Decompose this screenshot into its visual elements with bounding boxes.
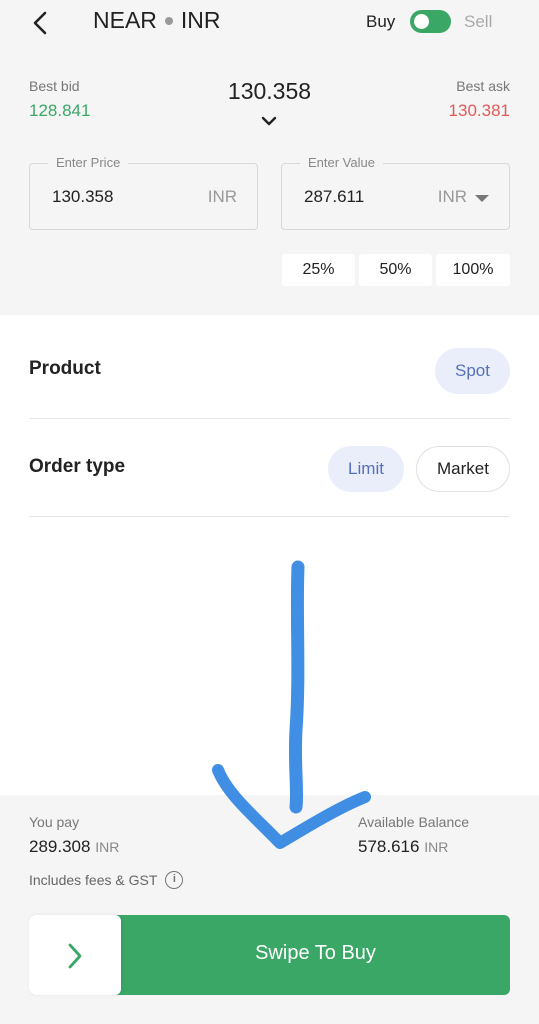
top-bar: NEAR INR Buy Sell bbox=[0, 0, 539, 48]
back-button[interactable] bbox=[28, 8, 54, 38]
trading-pair-title: NEAR INR bbox=[93, 7, 221, 34]
price-input[interactable]: 130.358 bbox=[52, 187, 113, 207]
best-ask-label: Best ask bbox=[456, 78, 510, 94]
order-type-limit-button[interactable]: Limit bbox=[328, 446, 404, 492]
chevron-right-icon bbox=[68, 943, 82, 969]
product-spot-button[interactable]: Spot bbox=[435, 348, 510, 394]
swipe-to-buy-slider[interactable]: Swipe To Buy bbox=[29, 915, 510, 995]
order-type-label: Order type bbox=[29, 456, 126, 477]
buy-sell-toggle[interactable] bbox=[410, 10, 451, 33]
price-field-label: Enter Price bbox=[48, 155, 129, 170]
available-balance-amount: 578.616 INR bbox=[358, 837, 448, 857]
order-type-market-button[interactable]: Market bbox=[416, 446, 510, 492]
divider bbox=[29, 516, 510, 517]
fees-note: Includes fees & GST i bbox=[29, 871, 184, 889]
percent-25-button[interactable]: 25% bbox=[282, 254, 355, 286]
swipe-label: Swipe To Buy bbox=[255, 942, 376, 964]
order-options-panel: Product Spot Order type Limit Market bbox=[0, 315, 539, 795]
value-input[interactable]: 287.611 bbox=[304, 187, 364, 207]
value-field-label: Enter Value bbox=[300, 155, 383, 170]
price-selector-button[interactable] bbox=[260, 114, 278, 128]
buy-label[interactable]: Buy bbox=[366, 12, 395, 32]
fees-note-text: Includes fees & GST bbox=[29, 872, 158, 888]
you-pay-label: You pay bbox=[29, 814, 80, 830]
sell-label[interactable]: Sell bbox=[464, 12, 492, 32]
you-pay-unit: INR bbox=[95, 839, 120, 855]
separator-dot bbox=[164, 16, 173, 25]
chevron-down-icon bbox=[261, 116, 277, 126]
caret-down-icon[interactable] bbox=[475, 195, 489, 202]
available-balance-label: Available Balance bbox=[358, 814, 470, 830]
you-pay-value: 289.308 bbox=[29, 837, 91, 856]
product-label: Product bbox=[29, 358, 101, 379]
percent-100-button[interactable]: 100% bbox=[436, 254, 510, 286]
base-asset: NEAR bbox=[93, 7, 157, 33]
value-unit[interactable]: INR bbox=[438, 187, 467, 207]
you-pay-amount: 289.308 INR bbox=[29, 837, 119, 857]
price-field[interactable]: Enter Price 130.358 INR bbox=[29, 155, 258, 230]
toggle-knob bbox=[414, 14, 429, 29]
percent-50-button[interactable]: 50% bbox=[359, 254, 432, 286]
divider bbox=[29, 418, 510, 419]
quote-asset: INR bbox=[180, 7, 221, 33]
available-balance-value: 578.616 bbox=[358, 837, 420, 856]
available-balance-unit: INR bbox=[424, 839, 449, 855]
best-ask-value[interactable]: 130.381 bbox=[449, 101, 510, 121]
value-field[interactable]: Enter Value 287.611 INR bbox=[281, 155, 510, 230]
price-unit: INR bbox=[207, 187, 237, 206]
chevron-left-icon bbox=[33, 11, 47, 35]
swipe-handle[interactable] bbox=[29, 915, 121, 995]
info-icon[interactable]: i bbox=[165, 871, 184, 889]
